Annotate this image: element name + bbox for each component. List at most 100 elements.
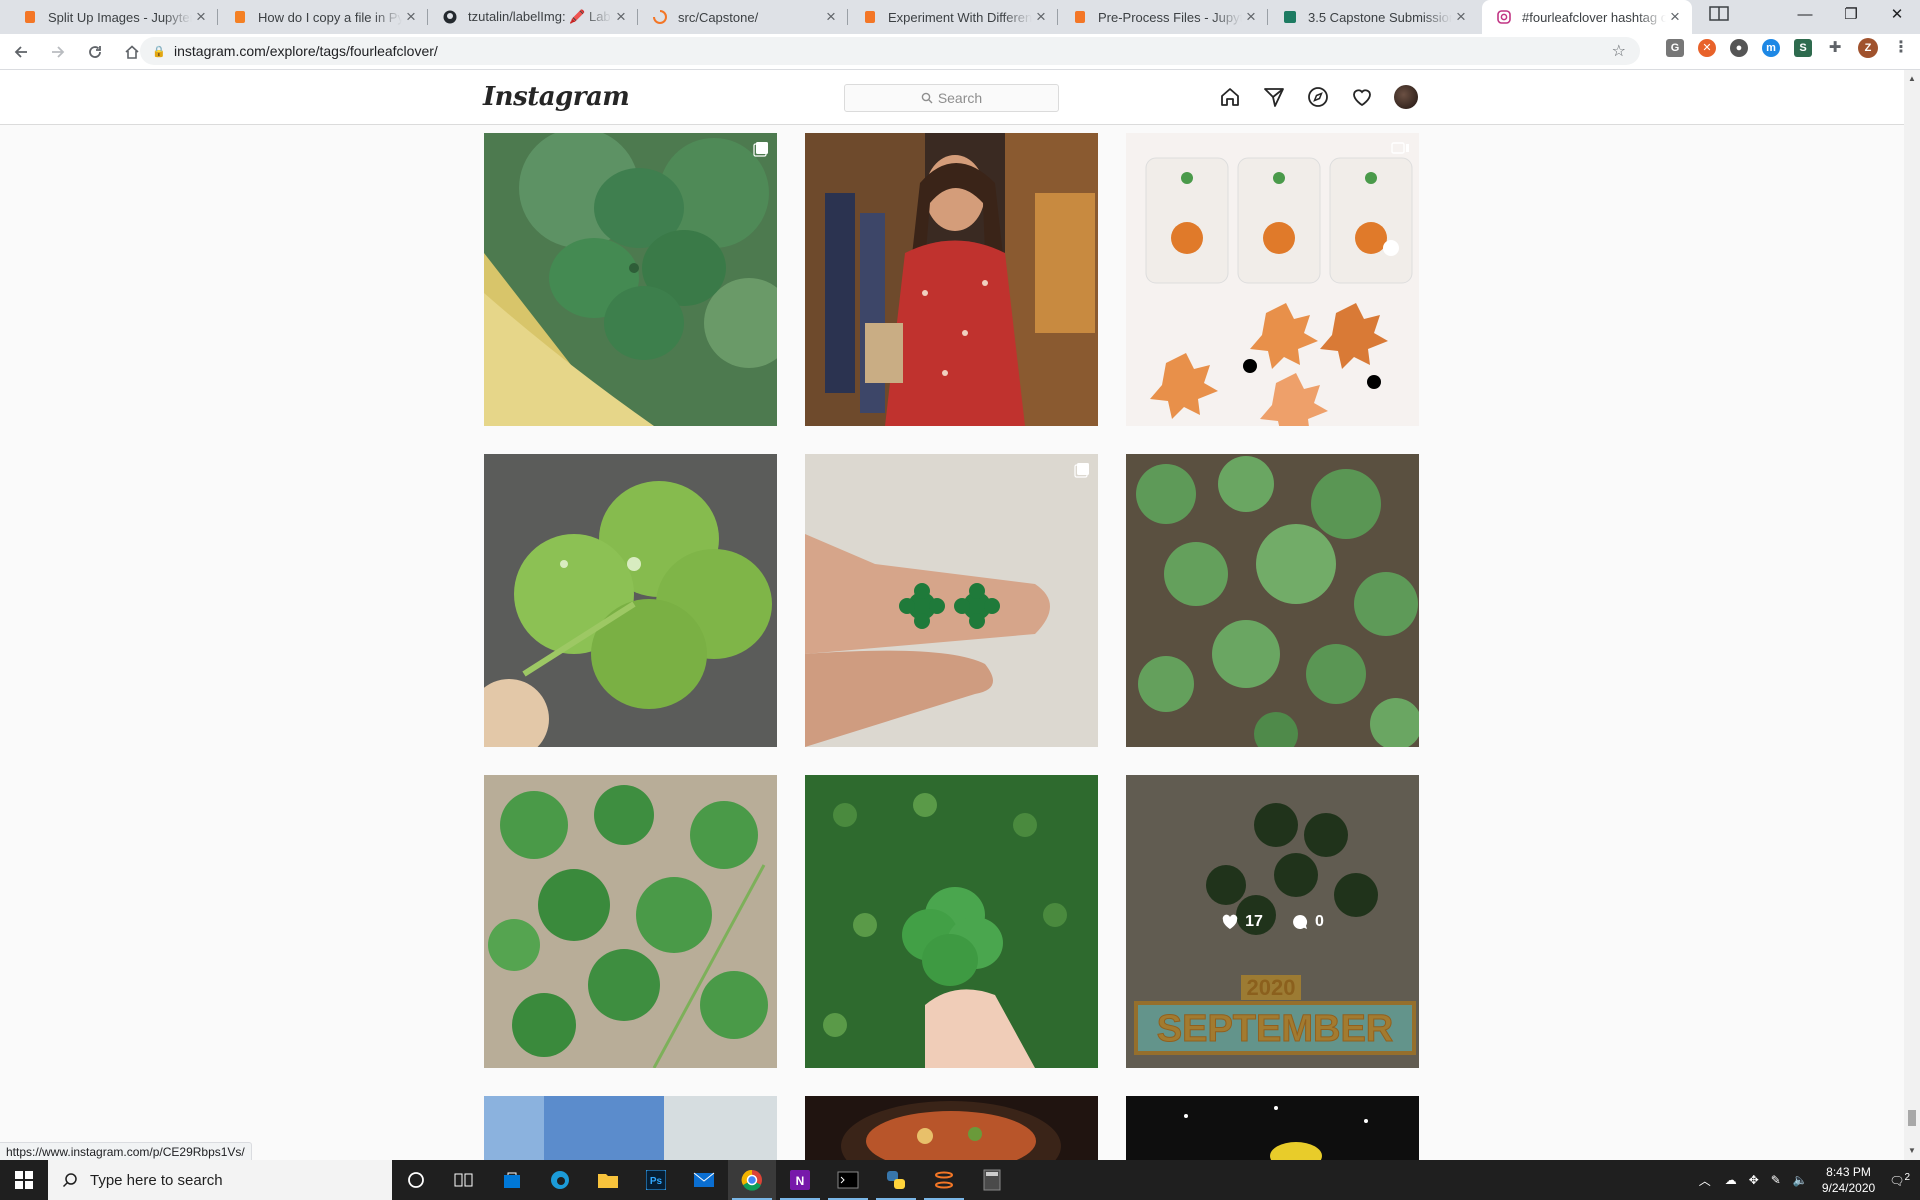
post-tile[interactable]	[805, 1096, 1098, 1160]
post-tile[interactable]	[805, 775, 1098, 1068]
restore-icon[interactable]: ❐	[1828, 0, 1874, 34]
instagram-nav	[1218, 85, 1438, 109]
browser-tab-5[interactable]: Experiment With Different Models ×	[848, 0, 1058, 34]
close-icon[interactable]: ×	[1032, 7, 1050, 27]
browser-tab-2[interactable]: How do I copy a file in Python ×	[218, 0, 428, 34]
post-tile[interactable]	[484, 1096, 777, 1160]
notifications-icon[interactable]: 🗨2	[1889, 1172, 1910, 1188]
windows-start-icon[interactable]	[0, 1160, 48, 1200]
post-tile[interactable]	[805, 454, 1098, 747]
post-image-blue-sky	[484, 1096, 777, 1160]
forward-arrow-icon[interactable]	[42, 36, 74, 68]
browser-tab-1[interactable]: Split Up Images - Jupyter Notebook ×	[8, 0, 218, 34]
post-image-dark-yellow	[1126, 1096, 1419, 1160]
system-tray: ︿ ☁ ✥ ✎ 🔈 8:43 PM 9/24/2020 🗨2	[1691, 1160, 1920, 1200]
instagram-logo[interactable]: Instagram	[483, 82, 630, 112]
post-image-food-bowl	[805, 1096, 1098, 1160]
new-tab-search-icon[interactable]	[1708, 4, 1730, 29]
terminal-icon[interactable]	[824, 1160, 872, 1200]
back-arrow-icon[interactable]	[5, 36, 37, 68]
post-tile[interactable]	[1126, 133, 1419, 426]
search-input[interactable]: Search	[844, 84, 1059, 112]
direct-message-icon[interactable]	[1262, 85, 1286, 109]
home-icon[interactable]	[1218, 85, 1242, 109]
search-icon	[62, 1173, 77, 1188]
scroll-down-icon[interactable]: ▼	[1908, 1146, 1916, 1155]
clock[interactable]: 8:43 PM 9/24/2020	[1822, 1164, 1875, 1196]
page-scrollbar[interactable]: ▲ ▼	[1904, 70, 1920, 1160]
explore-compass-icon[interactable]	[1306, 85, 1330, 109]
dropbox-icon[interactable]: ✥	[1749, 1173, 1759, 1187]
activity-heart-icon[interactable]	[1350, 85, 1374, 109]
minimize-icon[interactable]: —	[1782, 0, 1828, 34]
extension-orange-icon[interactable]: ✕	[1698, 39, 1716, 57]
post-tile[interactable]	[484, 133, 777, 426]
tab-strip: Split Up Images - Jupyter Notebook × How…	[0, 0, 1920, 34]
pen-icon[interactable]: ✎	[1771, 1173, 1781, 1187]
close-icon[interactable]: ×	[1242, 7, 1260, 27]
onenote-icon[interactable]: N	[776, 1160, 824, 1200]
comment-icon	[1293, 914, 1307, 929]
mail-icon[interactable]	[680, 1160, 728, 1200]
store-icon[interactable]	[488, 1160, 536, 1200]
extension-circle-icon[interactable]: ●	[1730, 39, 1748, 57]
puzzle-icon[interactable]: ✚	[1826, 39, 1844, 57]
onedrive-cloud-icon[interactable]: ☁	[1725, 1173, 1737, 1187]
photoshop-icon[interactable]: Ps	[632, 1160, 680, 1200]
jupyter-icon	[1072, 9, 1088, 25]
post-tile-hovered[interactable]: 2020 SEPTEMBER 17 0	[1126, 775, 1419, 1068]
address-bar[interactable]: 🔒 instagram.com/explore/tags/fourleafclo…	[140, 37, 1640, 65]
search-icon	[921, 92, 933, 104]
windows-taskbar: Type here to search Ps N ︿ ☁ ✥ ✎ 🔈 8:43 …	[0, 1160, 1920, 1200]
bookmark-star-icon[interactable]: ☆	[1612, 41, 1626, 61]
browser-tab-8-active[interactable]: #fourleafclover hashtag on Instagram ×	[1482, 0, 1692, 34]
close-icon[interactable]: ×	[1666, 7, 1684, 27]
post-image-hand-holding-clover	[805, 775, 1098, 1068]
post-tile[interactable]	[484, 454, 777, 747]
close-window-icon[interactable]: ✕	[1874, 0, 1920, 34]
browser-tab-3[interactable]: tzutalin/labelImg: 🖍️ Label ×	[428, 0, 638, 34]
github-icon	[442, 9, 458, 25]
scrollbar-thumb[interactable]	[1908, 1110, 1916, 1126]
close-icon[interactable]: ×	[612, 7, 630, 27]
edge-icon[interactable]	[536, 1160, 584, 1200]
taskbar-search-input[interactable]: Type here to search	[48, 1160, 392, 1200]
tray-chevron-icon[interactable]: ︿	[1699, 1172, 1711, 1189]
profile-avatar[interactable]: Z	[1858, 38, 1878, 58]
calculator-icon[interactable]	[968, 1160, 1016, 1200]
speaker-icon[interactable]: 🔈	[1793, 1173, 1808, 1187]
jupyter-taskbar-icon[interactable]	[920, 1160, 968, 1200]
cortana-icon[interactable]	[392, 1160, 440, 1200]
python-icon[interactable]	[872, 1160, 920, 1200]
post-image-clover-water-drops	[484, 454, 777, 747]
jupyter-loading-icon	[652, 9, 668, 25]
extension-springboard-icon[interactable]: S	[1794, 39, 1812, 57]
post-tile[interactable]	[805, 133, 1098, 426]
post-tile[interactable]	[1126, 454, 1419, 747]
menu-dots-icon[interactable]: ⋮	[1892, 39, 1910, 57]
post-tile[interactable]	[1126, 1096, 1419, 1160]
close-icon[interactable]: ×	[1452, 7, 1470, 27]
stackoverflow-icon	[232, 9, 248, 25]
video-icon	[1391, 141, 1411, 160]
reload-icon[interactable]	[79, 36, 111, 68]
file-explorer-icon[interactable]	[584, 1160, 632, 1200]
extension-g-icon[interactable]: G	[1666, 39, 1684, 57]
close-icon[interactable]: ×	[402, 7, 420, 27]
lock-icon: 🔒	[152, 45, 166, 58]
window-controls: — ❐ ✕	[1782, 0, 1920, 34]
chrome-icon[interactable]	[728, 1160, 776, 1200]
browser-tab-4[interactable]: src/Capstone/ ×	[638, 0, 848, 34]
instagram-header: Instagram Search	[0, 70, 1904, 125]
close-icon[interactable]: ×	[192, 7, 210, 27]
scroll-up-icon[interactable]: ▲	[1908, 74, 1916, 83]
post-tile[interactable]	[484, 775, 777, 1068]
browser-tab-7[interactable]: 3.5 Capstone Submission - Springboard ×	[1268, 0, 1478, 34]
likes-count: 17	[1221, 913, 1263, 931]
post-image-clover-earrings	[805, 454, 1098, 747]
browser-tab-6[interactable]: Pre-Process Files - Jupyter Notebook ×	[1058, 0, 1268, 34]
extension-m-icon[interactable]: m	[1762, 39, 1780, 57]
profile-avatar[interactable]	[1394, 85, 1418, 109]
task-view-icon[interactable]	[440, 1160, 488, 1200]
close-icon[interactable]: ×	[822, 7, 840, 27]
